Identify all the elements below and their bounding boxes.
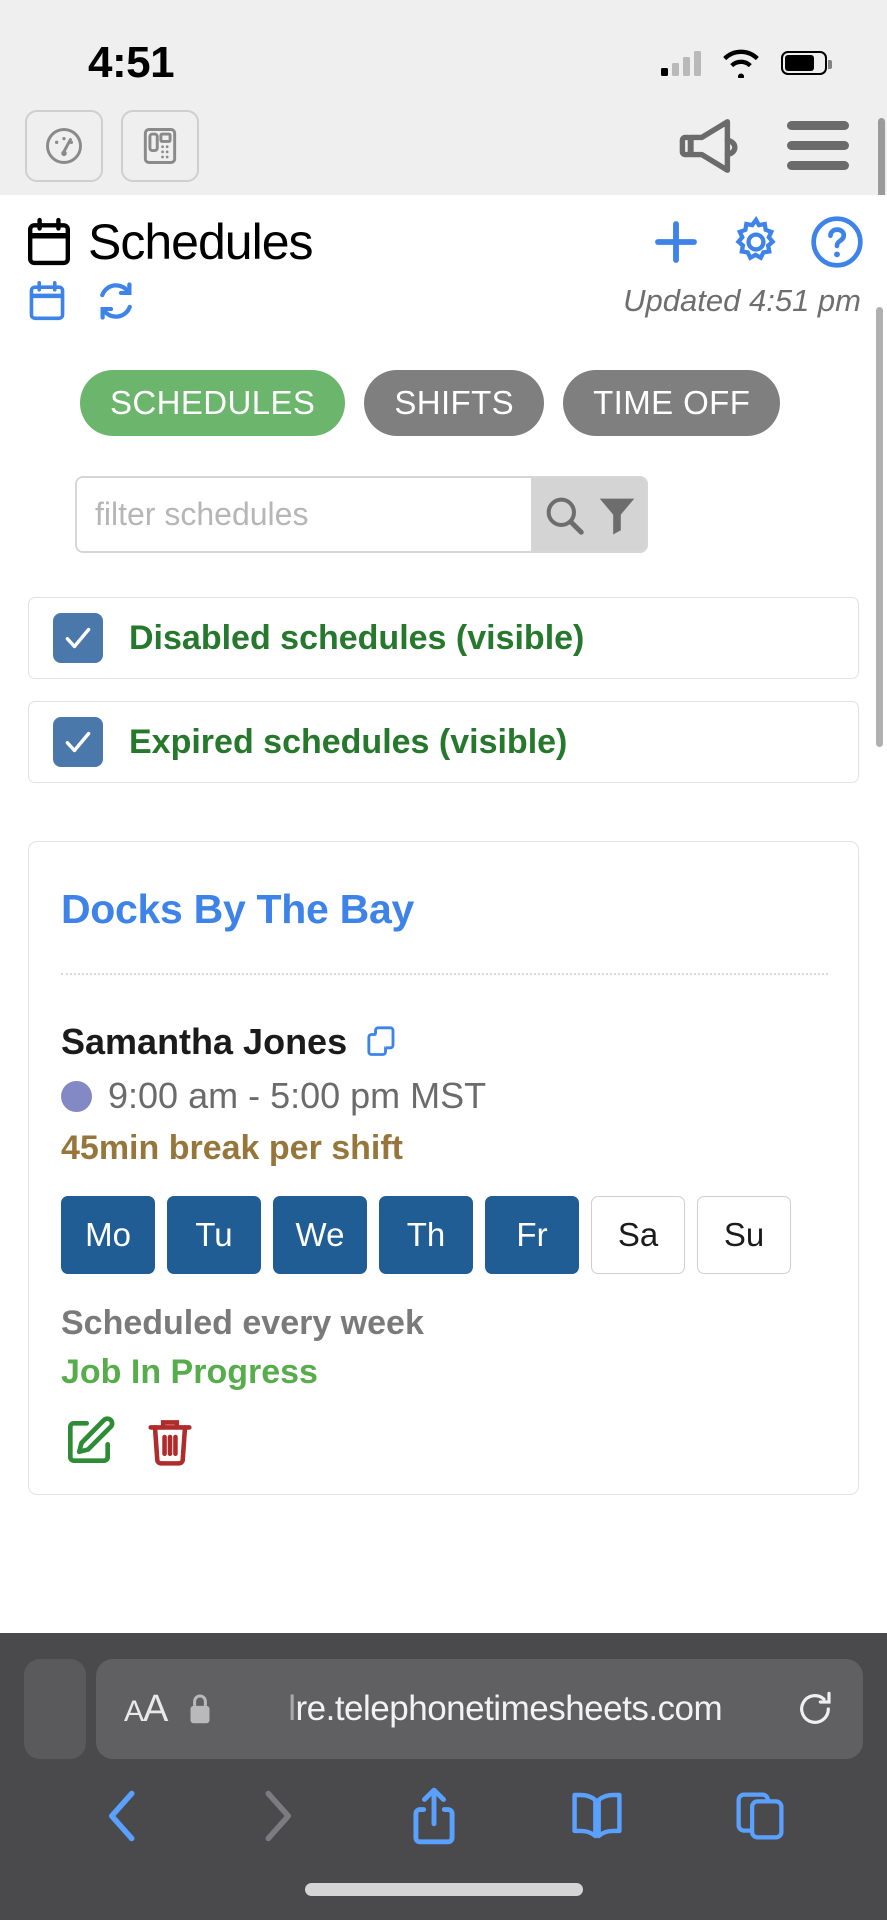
- day-th[interactable]: Th: [379, 1196, 473, 1274]
- app-toolbar-left: [25, 109, 199, 182]
- plus-icon[interactable]: [649, 215, 703, 269]
- gauge-icon[interactable]: [25, 109, 103, 182]
- filter-disabled-schedules[interactable]: Disabled schedules (visible): [28, 597, 859, 679]
- cellular-signal-icon: [661, 50, 701, 76]
- day-su[interactable]: Su: [697, 1196, 791, 1274]
- gear-icon[interactable]: [729, 215, 783, 269]
- forward-chevron-icon[interactable]: [254, 1786, 300, 1846]
- search-input[interactable]: [77, 478, 531, 551]
- url-row: AA lre.telephonetimesheets.com: [0, 1633, 887, 1759]
- home-indicator: [304, 1883, 583, 1896]
- safari-bottom-bar: AA lre.telephonetimesheets.com: [0, 1633, 887, 1920]
- desk-phone-icon[interactable]: [121, 109, 199, 182]
- calendar-small-icon[interactable]: [28, 279, 66, 323]
- search-actions: [531, 478, 646, 551]
- url-side-tab[interactable]: [24, 1659, 86, 1759]
- day-sa[interactable]: Sa: [591, 1196, 685, 1274]
- status-indicators: [661, 49, 832, 78]
- tab-schedules[interactable]: SCHEDULES: [80, 370, 346, 436]
- shift-time: 9:00 am - 5:00 pm MST: [108, 1075, 487, 1116]
- checkbox-expired-schedules[interactable]: [53, 717, 103, 767]
- tab-shifts[interactable]: SHIFTS: [364, 370, 545, 436]
- ios-status-bar: 4:51: [0, 0, 887, 96]
- battery-icon: [781, 51, 832, 75]
- card-divider: [61, 973, 828, 975]
- page-title: Schedules: [88, 214, 313, 270]
- check-icon: [65, 731, 91, 753]
- schedule-title[interactable]: Docks By The Bay: [61, 886, 828, 933]
- copy-duplicate-icon[interactable]: [363, 1022, 403, 1062]
- reload-icon[interactable]: [795, 1687, 835, 1731]
- employee-row: Samantha Jones: [61, 1021, 828, 1063]
- share-icon[interactable]: [408, 1785, 460, 1847]
- magnifier-icon[interactable]: [541, 492, 587, 538]
- recurrence-text: Scheduled every week: [61, 1304, 424, 1342]
- filter-expired-schedules[interactable]: Expired schedules (visible): [28, 701, 859, 783]
- page-title-group: Schedules: [26, 213, 313, 271]
- check-icon: [65, 627, 91, 649]
- filter-expired-label: Expired schedules (visible): [129, 722, 568, 761]
- content-scrollbar[interactable]: [876, 307, 883, 747]
- shift-time-row: 9:00 am - 5:00 pm MST: [61, 1075, 828, 1117]
- wifi-icon: [723, 49, 759, 78]
- refresh-sync-icon[interactable]: [94, 279, 138, 323]
- day-mo[interactable]: Mo: [61, 1196, 155, 1274]
- trash-delete-icon[interactable]: [145, 1414, 195, 1470]
- day-fr[interactable]: Fr: [485, 1196, 579, 1274]
- page-subheader: Updated 4:51 pm: [0, 271, 887, 323]
- edit-pencil-icon[interactable]: [61, 1414, 117, 1470]
- question-circle-icon[interactable]: [809, 214, 865, 270]
- card-action-row: [61, 1414, 828, 1470]
- phone-screen: 4:51 Schedules Updated 4:51 pm SCHEDULES…: [0, 0, 887, 1920]
- page-scrollbar-top[interactable]: [878, 118, 885, 198]
- text-size-button[interactable]: AA: [124, 1688, 168, 1731]
- tab-time-off[interactable]: TIME OFF: [563, 370, 781, 436]
- funnel-filter-icon[interactable]: [597, 493, 637, 537]
- day-we[interactable]: We: [273, 1196, 367, 1274]
- app-toolbar-right: [679, 113, 849, 179]
- app-toolbar: [0, 96, 887, 198]
- day-tu[interactable]: Tu: [167, 1196, 261, 1274]
- hamburger-menu-icon[interactable]: [787, 121, 849, 170]
- book-bookmarks-icon[interactable]: [569, 1787, 625, 1845]
- updated-timestamp: Updated 4:51 pm: [623, 283, 861, 318]
- filter-search-box: [75, 476, 648, 553]
- break-info: 45min break per shift: [61, 1129, 404, 1167]
- back-chevron-icon[interactable]: [100, 1786, 146, 1846]
- tab-bar: SCHEDULES SHIFTS TIME OFF: [0, 323, 887, 436]
- web-content: Schedules Updated 4:51 pm SCHEDULES SHIF…: [0, 195, 887, 1633]
- lock-icon[interactable]: [185, 1690, 215, 1728]
- megaphone-icon[interactable]: [679, 113, 753, 179]
- url-domain: re.telephonetimesheets.com: [295, 1689, 723, 1728]
- employee-name: Samantha Jones: [61, 1021, 348, 1062]
- calendar-icon: [27, 217, 71, 266]
- subheader-icons: [28, 279, 138, 323]
- browser-nav-row: [0, 1759, 887, 1847]
- filter-disabled-label: Disabled schedules (visible): [129, 618, 585, 657]
- shift-color-dot: [61, 1080, 92, 1112]
- tabs-icon[interactable]: [733, 1787, 787, 1845]
- schedule-card[interactable]: Docks By The Bay Samantha Jones 9:00 am …: [28, 841, 859, 1495]
- address-bar[interactable]: AA lre.telephonetimesheets.com: [96, 1659, 863, 1759]
- url-text[interactable]: lre.telephonetimesheets.com: [233, 1689, 777, 1729]
- status-time: 4:51: [88, 38, 175, 87]
- job-status-text: Job In Progress: [61, 1353, 318, 1391]
- checkbox-disabled-schedules[interactable]: [53, 613, 103, 663]
- day-selector: Mo Tu We Th Fr Sa Su: [61, 1196, 828, 1274]
- page-header: Schedules: [0, 195, 887, 271]
- filter-row: [0, 436, 887, 553]
- page-header-actions: [649, 214, 865, 270]
